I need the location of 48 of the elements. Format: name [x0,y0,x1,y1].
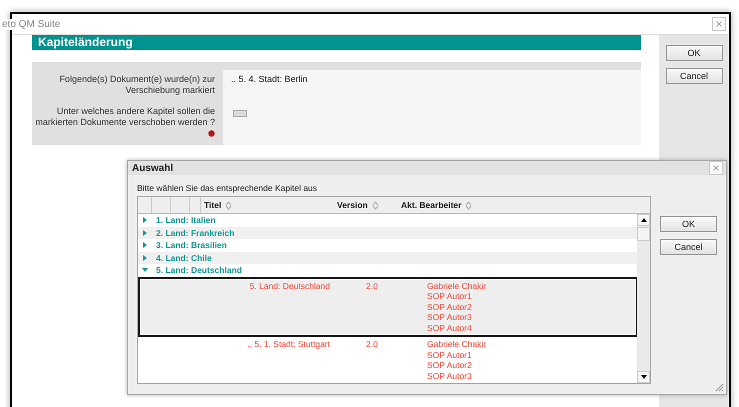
close-button[interactable]: × [712,17,726,31]
ok-button[interactable]: OK [666,45,723,61]
editor-name: SOP Autor1 [427,291,473,302]
form-label: Folgende(s) Dokument(e) wurde(n) zur Verschiebung markiert [32,70,223,102]
scrollbar-thumb[interactable] [637,227,650,241]
editor-name: SOP Autor2 [427,302,473,312]
expand-icon[interactable] [142,242,148,248]
editor-name: Gabriele Chakir [427,339,488,350]
cancel-button[interactable]: Cancel [666,68,723,84]
caret-icon [640,218,646,222]
editor-name: SOP Autor1 [427,350,473,360]
editor-name: SOP Autor4 [427,322,473,333]
sort-icon [372,200,379,210]
close-button[interactable]: × [709,161,723,175]
document-row[interactable]: 5. Land: Deutschland 2.0 Gabriele Chakir SOP Autor1 SOP Autor2 SOP Autor3 SOP Autor4 [138,276,638,337]
ok-button[interactable]: OK [660,216,717,232]
dialog-title: Auswahl [132,162,174,174]
column-header[interactable]: Version [334,197,398,213]
editor-name: Gabriele Chakir [427,280,488,291]
expand-icon[interactable] [142,217,148,224]
document-version: 2.0 [366,280,379,292]
editor-name: SOP Autor2 [427,360,473,370]
editor-name: SOP Autor3 [427,370,473,381]
expand-icon[interactable] [142,230,148,236]
expand-icon[interactable] [142,254,148,261]
document-title: .. 5. 1. Stadt: Stuttgart [246,339,331,351]
chapter-picker-button[interactable] [233,110,247,117]
chapter-row[interactable]: 2. Land: Frankreich [138,226,638,239]
document-path: .. 5. 4. Stadt: Berlin [230,73,309,86]
document-title: 5. Land: Deutschland [248,280,331,292]
resize-grip-icon[interactable] [715,383,724,392]
section-header: Kapiteländerung [32,35,642,50]
collapse-icon[interactable] [142,267,148,274]
scrollbar[interactable] [637,214,650,383]
instruction-text: Bitte wählen Sie das entsprechende Kapitel aus [137,183,318,193]
scroll-up-button[interactable] [637,214,650,226]
form-label: Unter welches andere Kapitel sollen die markierten Dokumente verschoben werden ? [32,102,223,145]
chapter-row[interactable]: 4. Land: Chile [138,252,638,264]
column-header[interactable]: Akt. Bearbeiter [398,197,541,213]
sort-icon [465,200,472,210]
column-header[interactable]: Titel [201,197,334,213]
caret-icon [640,375,646,379]
cancel-button[interactable]: Cancel [660,239,717,255]
scroll-down-button[interactable] [637,371,650,383]
editor-name: SOP Autor3 [427,312,473,322]
sort-icon [225,200,232,210]
document-version: 2.0 [366,339,379,351]
window-title: eto QM Suite [2,18,60,30]
